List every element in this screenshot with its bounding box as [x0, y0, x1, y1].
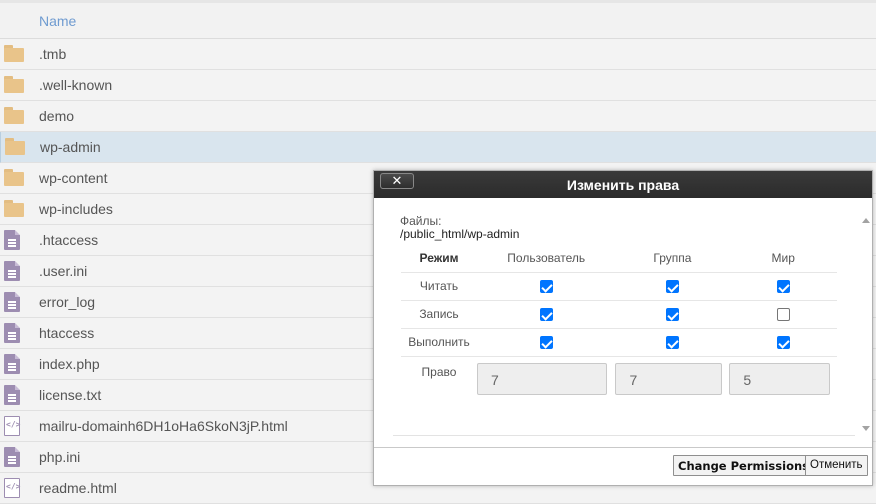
checkbox-execute-world[interactable]: [776, 336, 790, 350]
column-header-user: Пользователь: [507, 250, 586, 265]
checkbox-read-user[interactable]: [539, 280, 553, 294]
permission-row-read: Читать: [401, 271, 837, 300]
file-name: readme.html: [39, 480, 117, 496]
octal-row: Право 7 7 5: [401, 355, 837, 402]
permissions-table: Режим Пользователь Группа Мир Читать Зап…: [401, 244, 837, 402]
folder-icon: [4, 200, 24, 218]
checkbox-read-group[interactable]: [665, 280, 679, 294]
checkbox-write-world[interactable]: [776, 308, 790, 322]
file-name: wp-includes: [39, 201, 113, 217]
change-permissions-button[interactable]: Change Permissions: [673, 455, 814, 476]
file-name: php.ini: [39, 449, 81, 465]
scroll-up-arrow-icon[interactable]: [862, 218, 870, 223]
file-icon: [4, 354, 20, 374]
column-header-group: Группа: [653, 250, 692, 265]
file-row[interactable]: .tmb: [0, 39, 876, 70]
checkbox-write-group[interactable]: [665, 308, 679, 322]
file-name: .htaccess: [39, 232, 99, 248]
dialog-content: Файлы: /public_html/wp-admin Режим Польз…: [393, 210, 855, 436]
file-icon: [4, 292, 20, 312]
file-name: mailru-domainh6DH1oHa6SkoN3jP.html: [39, 418, 288, 434]
column-header-world: Мир: [771, 250, 795, 265]
cancel-button[interactable]: Отменить: [805, 455, 868, 476]
octal-world-field[interactable]: 5: [729, 362, 831, 395]
dialog-title: Изменить права: [566, 177, 680, 193]
checkbox-write-user[interactable]: [539, 308, 553, 322]
file-row[interactable]: wp-admin: [0, 132, 876, 163]
file-name: .user.ini: [39, 263, 88, 279]
dialog-titlebar[interactable]: ✕ Изменить права: [374, 171, 872, 198]
permissions-header-row: Режим Пользователь Группа Мир: [401, 244, 837, 272]
file-icon: [4, 385, 20, 405]
files-label: Файлы:: [400, 214, 442, 228]
octal-group-field[interactable]: 7: [615, 362, 723, 395]
octal-label: Право: [401, 355, 477, 402]
scroll-down-arrow-icon[interactable]: [862, 426, 870, 431]
folder-icon: [5, 138, 25, 156]
folder-icon: [4, 107, 24, 125]
change-permissions-dialog: ✕ Изменить права Файлы: /public_html/wp-…: [373, 170, 873, 486]
file-name: .tmb: [39, 46, 67, 62]
file-icon: [4, 447, 20, 467]
file-icon: [4, 261, 20, 281]
folder-icon: [4, 169, 24, 187]
file-name: error_log: [39, 294, 96, 310]
file-name: license.txt: [39, 387, 102, 403]
code-file-icon: </>: [4, 416, 20, 436]
file-name: wp-content: [39, 170, 108, 186]
dialog-footer: Change Permissions Отменить: [374, 447, 872, 485]
file-icon: [4, 230, 20, 250]
file-name: .well-known: [39, 77, 113, 93]
file-row[interactable]: demo: [0, 101, 876, 132]
checkbox-execute-group[interactable]: [665, 336, 679, 350]
permission-row-execute: Выполнить: [401, 327, 837, 356]
checkbox-execute-user[interactable]: [539, 336, 553, 350]
file-name: wp-admin: [40, 139, 101, 155]
permission-label-write: Запись: [401, 299, 477, 328]
files-path: /public_html/wp-admin: [400, 227, 520, 241]
permission-label-read: Читать: [401, 271, 477, 300]
file-name: demo: [39, 108, 75, 124]
file-list-header: Name: [0, 0, 876, 39]
folder-icon: [4, 45, 24, 63]
file-icon: [4, 323, 20, 343]
folder-icon: [4, 76, 24, 94]
permission-row-write: Запись: [401, 299, 837, 328]
permission-label-execute: Выполнить: [401, 327, 477, 356]
mode-header: Режим: [419, 250, 459, 265]
dialog-scrollbar[interactable]: [860, 215, 872, 437]
octal-user-field[interactable]: 7: [477, 362, 607, 395]
code-file-icon: </>: [4, 478, 20, 498]
file-row[interactable]: .well-known: [0, 70, 876, 101]
file-name: index.php: [39, 356, 100, 372]
checkbox-read-world[interactable]: [776, 280, 790, 294]
file-name: htaccess: [39, 325, 95, 341]
column-header-name[interactable]: Name: [39, 13, 76, 29]
